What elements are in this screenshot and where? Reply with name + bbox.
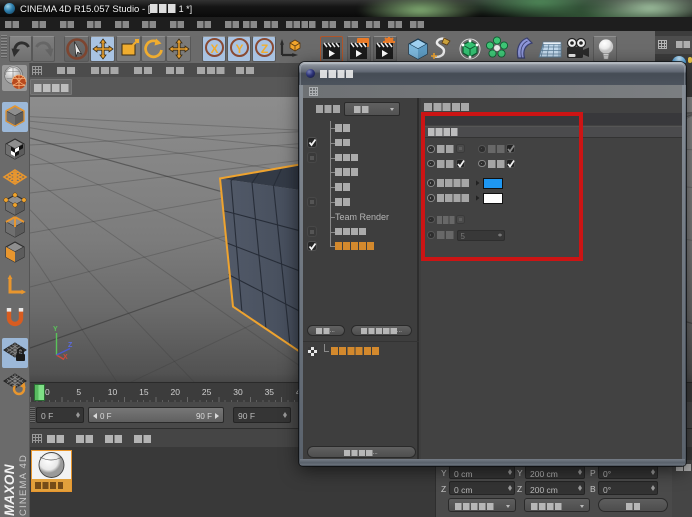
svg-text:Z: Z	[68, 342, 73, 349]
svg-text:MAXON: MAXON	[2, 464, 17, 516]
svg-text:CINEMA 4D: CINEMA 4D	[18, 454, 29, 516]
svg-text:Y: Y	[53, 326, 58, 333]
svg-text:X: X	[63, 354, 68, 361]
